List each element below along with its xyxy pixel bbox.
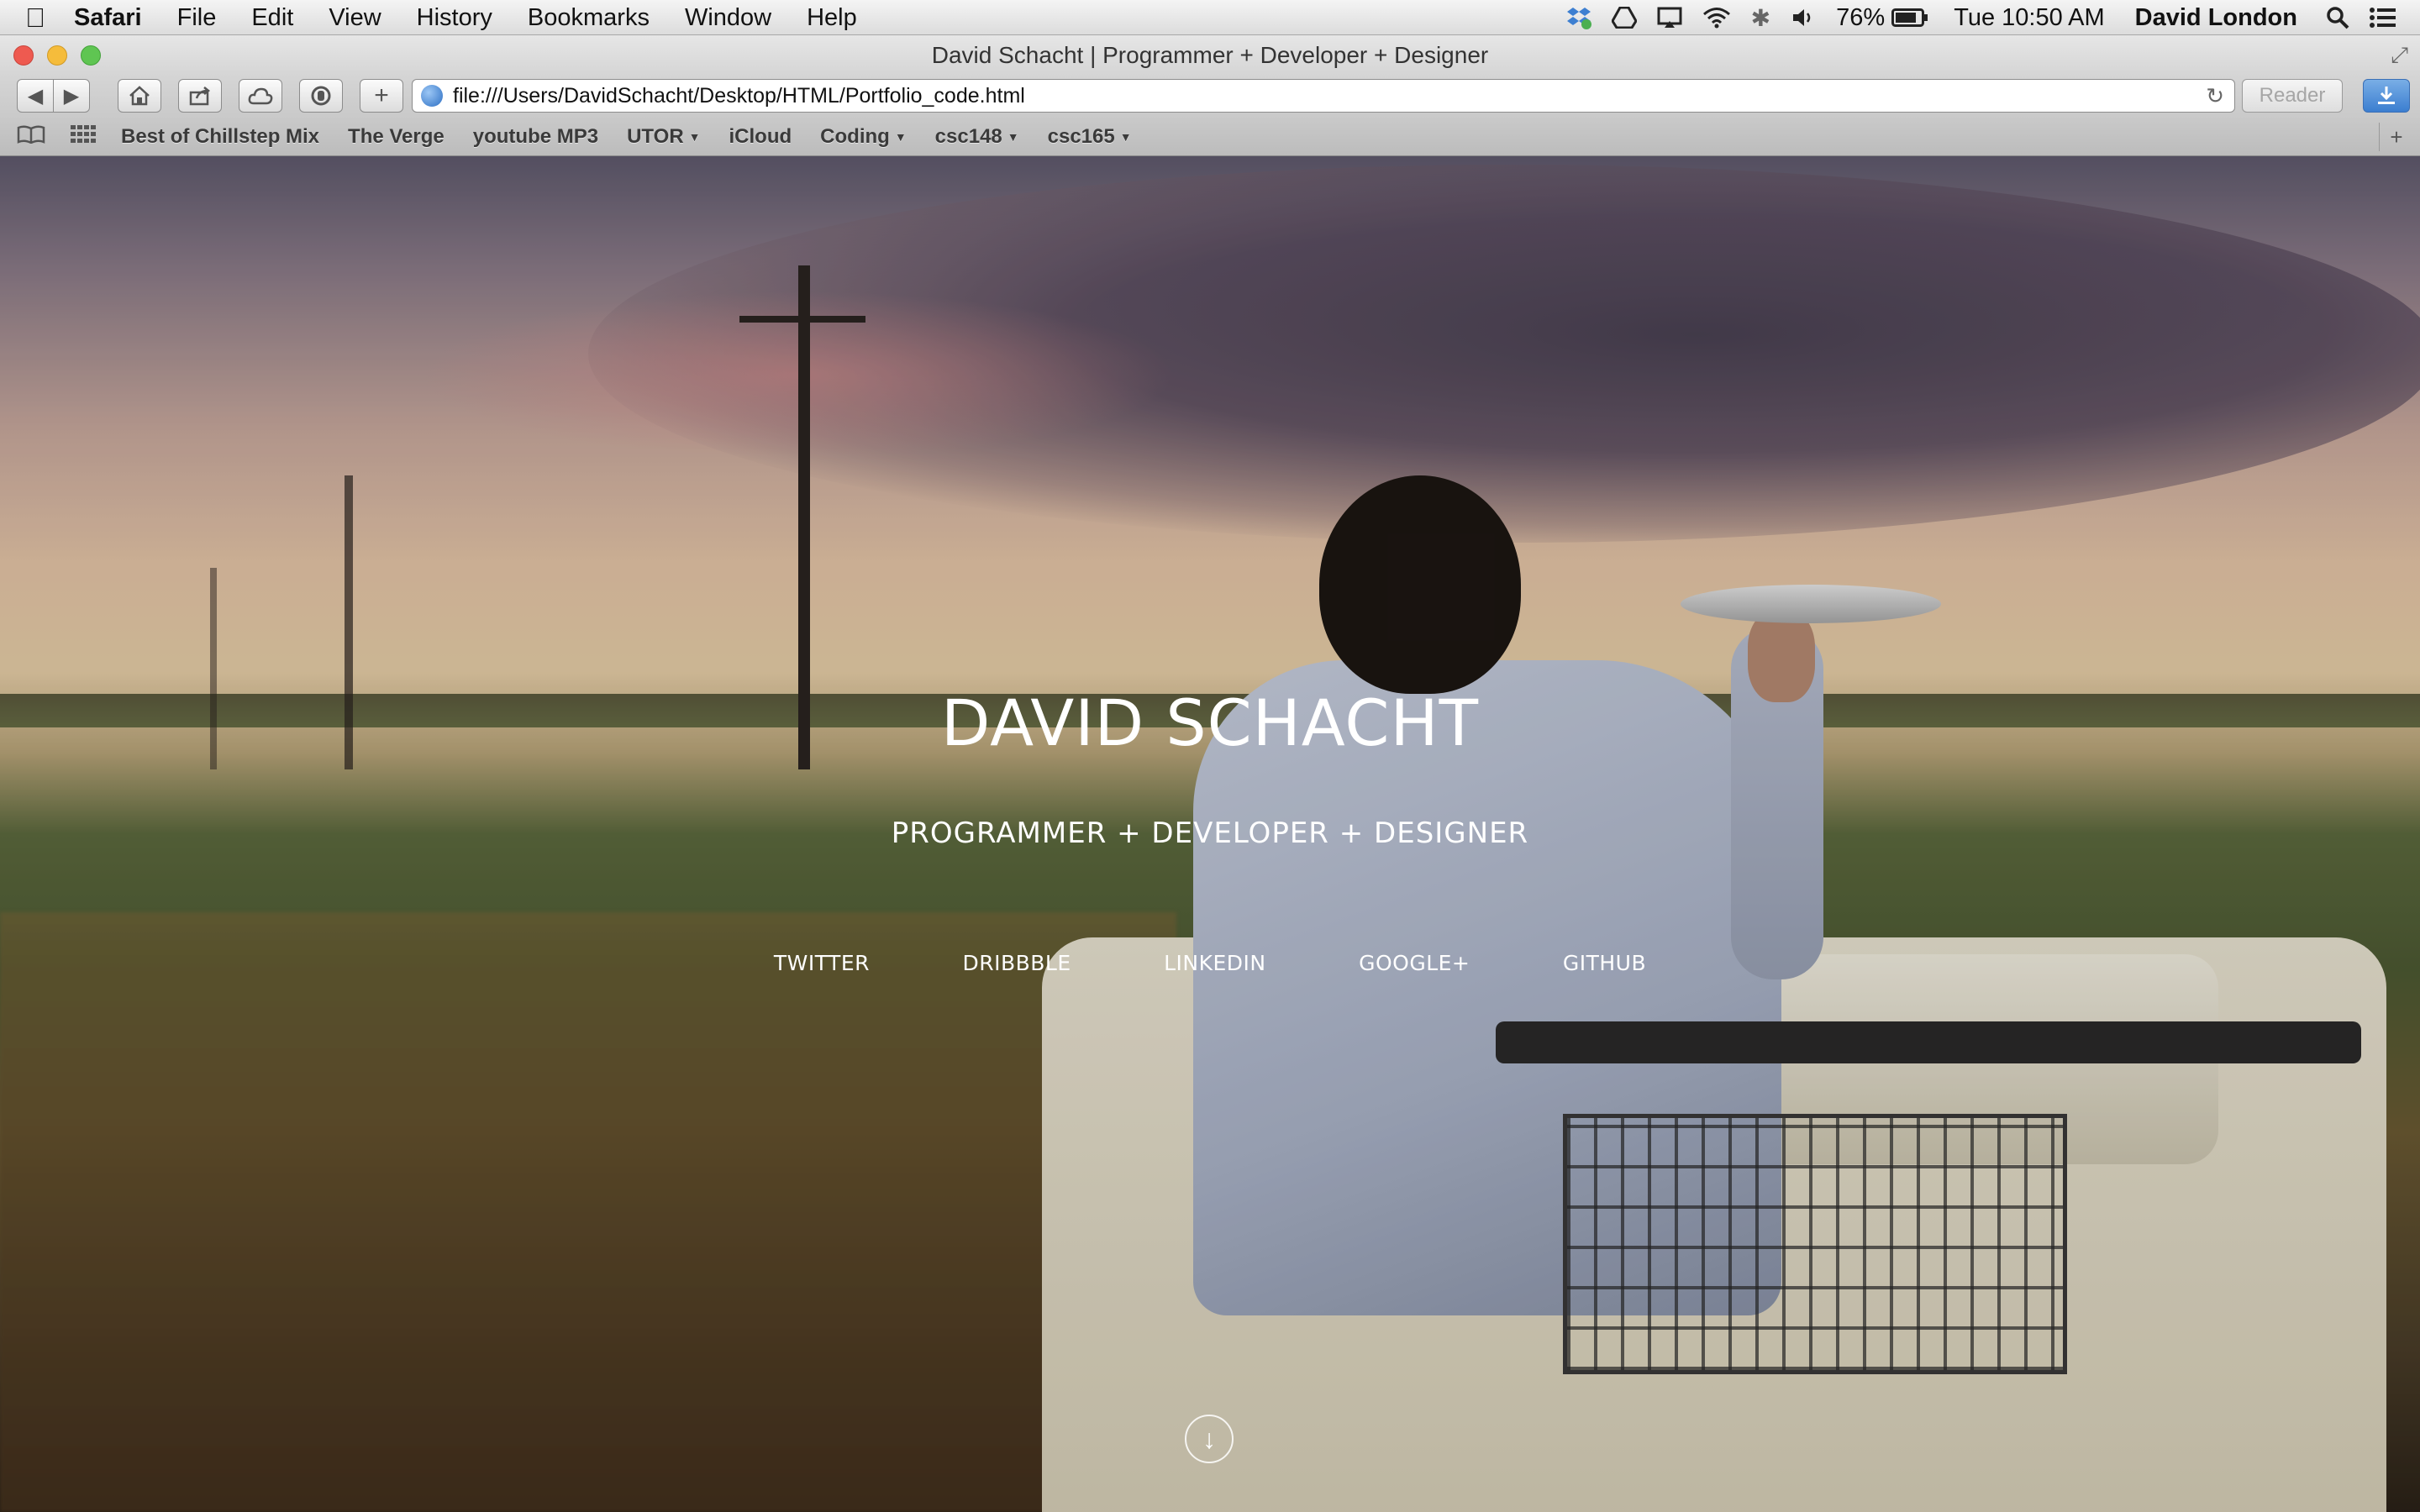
bookmark-folder[interactable]: csc148 ▼ <box>935 125 1019 149</box>
url-text[interactable]: file:///Users/DavidSchacht/Desktop/HTML/… <box>453 84 1025 108</box>
caret-down-icon: ▼ <box>894 129 907 144</box>
reading-list-icon[interactable] <box>17 123 45 150</box>
caret-down-icon: ▼ <box>1119 129 1132 144</box>
bookmark-label: csc165 <box>1047 124 1115 148</box>
dribbble-link[interactable]: DRIBBBLE <box>962 951 1071 975</box>
fullscreen-icon[interactable]: ⤢ <box>2391 42 2408 69</box>
caret-down-icon: ▼ <box>688 129 701 144</box>
menu-edit[interactable]: Edit <box>251 4 293 32</box>
wifi-icon[interactable] <box>1702 7 1731 29</box>
menu-bar:  Safari File Edit View History Bookmark… <box>0 0 2420 35</box>
menu-view[interactable]: View <box>329 4 381 32</box>
icloud-tabs-button[interactable] <box>239 79 282 113</box>
window-title-bar: David Schacht | Programmer + Developer +… <box>0 35 2420 76</box>
google-drive-icon[interactable] <box>1611 7 1637 29</box>
file-globe-icon <box>421 85 443 107</box>
spotlight-search-icon[interactable] <box>2326 6 2349 29</box>
menu-app-name[interactable]: Safari <box>74 4 142 32</box>
twitter-link[interactable]: TWITTER <box>774 951 870 975</box>
bookmark-label: Coding <box>820 124 890 148</box>
menu-history[interactable]: History <box>417 4 492 32</box>
bookmark-label: csc148 <box>934 124 1002 148</box>
bookmark-item[interactable]: Best of Chillstep Mix <box>121 125 319 149</box>
ghostery-extension-icon[interactable] <box>299 79 343 113</box>
address-bar[interactable]: file:///Users/DavidSchacht/Desktop/HTML/… <box>412 79 2235 113</box>
google-plus-link[interactable]: GOOGLE+ <box>1359 951 1470 975</box>
linkedin-link[interactable]: LINKEDIN <box>1164 951 1266 975</box>
github-link[interactable]: GITHUB <box>1563 951 1646 975</box>
top-sites-grid-icon[interactable] <box>71 123 96 150</box>
bookmark-label: iCloud <box>729 124 792 148</box>
bluetooth-icon[interactable]: ✱ <box>1751 4 1770 32</box>
hero-subtitle: PROGRAMMER + DEVELOPER + DESIGNER <box>891 816 1529 850</box>
menu-window[interactable]: Window <box>685 4 771 32</box>
add-bookmark-icon[interactable]: + <box>2379 123 2413 151</box>
battery-percent: 76% <box>1836 3 1886 31</box>
caret-down-icon: ▼ <box>1007 129 1019 144</box>
hero-title: DAVID SCHACHT <box>940 685 1480 760</box>
bookmark-folder[interactable]: csc165 ▼ <box>1048 125 1132 149</box>
back-button[interactable]: ◀ <box>17 79 54 113</box>
menu-bookmarks[interactable]: Bookmarks <box>528 4 650 32</box>
battery-icon[interactable] <box>1891 8 1928 28</box>
bookmark-folder[interactable]: UTOR ▼ <box>627 125 700 149</box>
scroll-down-arrow-icon[interactable]: ↓ <box>1185 1415 1234 1463</box>
menu-file[interactable]: File <box>177 4 217 32</box>
forward-button[interactable]: ▶ <box>53 79 90 113</box>
user-name[interactable]: David London <box>2135 4 2297 32</box>
bookmark-label: The Verge <box>348 124 445 148</box>
dropbox-icon[interactable] <box>1566 6 1591 29</box>
bookmark-folder[interactable]: Coding ▼ <box>820 125 907 149</box>
bookmark-label: youtube MP3 <box>472 124 599 148</box>
reload-icon[interactable]: ↻ <box>2206 83 2224 109</box>
apple-menu-icon[interactable]:  <box>25 3 45 34</box>
new-tab-button[interactable]: + <box>360 79 403 113</box>
airplay-icon[interactable] <box>1657 7 1682 29</box>
share-button[interactable] <box>178 79 222 113</box>
bookmark-label: Best of Chillstep Mix <box>121 124 320 148</box>
downloads-button[interactable] <box>2363 79 2410 113</box>
notification-center-icon[interactable] <box>2370 7 2396 29</box>
volume-icon[interactable] <box>1791 7 1816 29</box>
bookmarks-bar: Best of Chillstep Mix The Verge youtube … <box>0 118 2420 156</box>
hero-section: DAVID SCHACHT PROGRAMMER + DEVELOPER + D… <box>0 156 2420 1512</box>
bookmark-item[interactable]: iCloud <box>729 125 792 149</box>
bookmark-item[interactable]: youtube MP3 <box>473 125 598 149</box>
bookmark-item[interactable]: The Verge <box>348 125 445 149</box>
clock[interactable]: Tue 10:50 AM <box>1954 4 2104 32</box>
window-title: David Schacht | Programmer + Developer +… <box>931 42 1489 68</box>
home-button[interactable] <box>118 79 161 113</box>
social-links: TWITTER DRIBBBLE LINKEDIN GOOGLE+ GITHUB <box>0 951 2420 975</box>
bookmark-label: UTOR <box>627 124 684 148</box>
menu-help[interactable]: Help <box>807 4 857 32</box>
reader-button[interactable]: Reader <box>2242 79 2343 113</box>
